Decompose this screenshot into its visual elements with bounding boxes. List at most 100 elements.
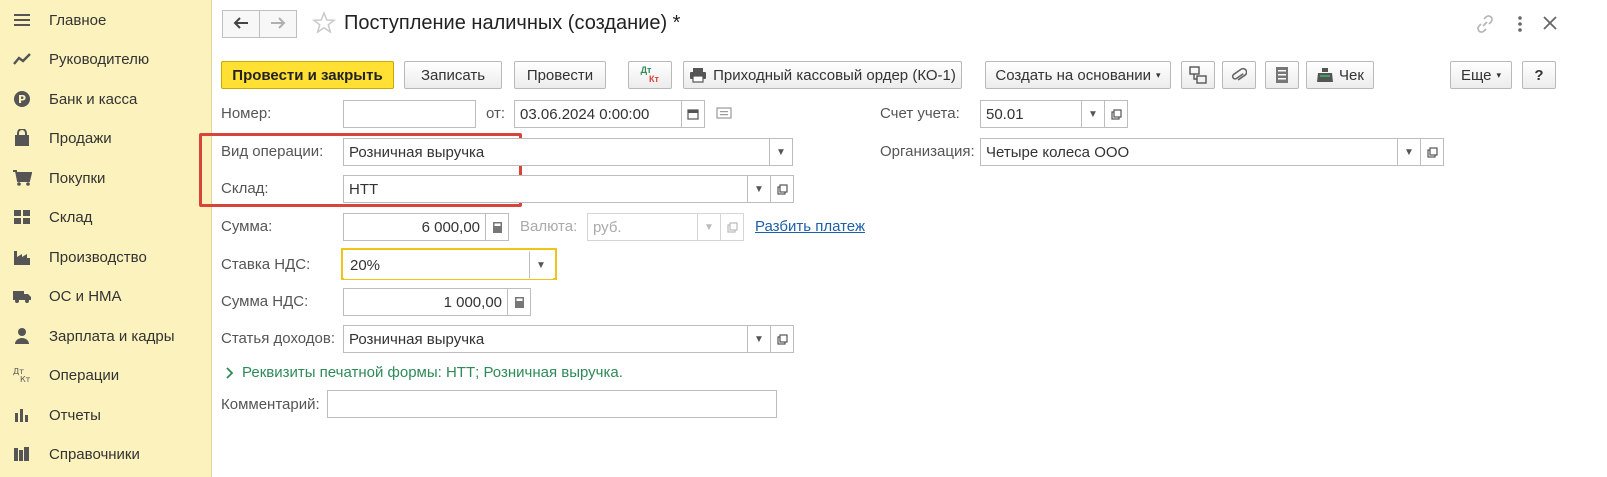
sidebar-item-fixed-assets[interactable]: ОС и НМА — [0, 278, 212, 314]
date-field[interactable]: 03.06.2024 0:00:00 — [514, 100, 682, 128]
close-icon[interactable] — [1542, 15, 1558, 34]
structure-button[interactable] — [1181, 61, 1215, 89]
sidebar-item-label: Главное — [49, 11, 107, 29]
sidebar-item-reports[interactable]: Отчеты — [0, 397, 212, 433]
save-button[interactable]: Записать — [404, 61, 502, 89]
more-actions-button[interactable]: Еще ▾ — [1450, 61, 1512, 89]
caret-down-icon: ▾ — [1156, 69, 1161, 80]
sidebar-item-main[interactable]: Главное — [0, 2, 212, 38]
sidebar-item-label: ОС и НМА — [49, 287, 122, 305]
forward-button[interactable] — [259, 10, 297, 38]
warehouse-field[interactable]: НТТ — [343, 175, 748, 203]
income-item-label: Статья доходов: — [221, 330, 336, 347]
help-button[interactable]: ? — [1522, 61, 1556, 89]
comment-field[interactable] — [327, 390, 777, 418]
sidebar-item-operations[interactable]: Дт Кт Операции — [0, 357, 212, 393]
caret-down-icon: ▼ — [754, 333, 764, 345]
currency-dropdown[interactable]: ▼ — [697, 213, 721, 241]
sidebar-item-bank[interactable]: P Банк и касса — [0, 81, 212, 117]
print-details-label: Реквизиты печатной формы: НТТ; Розничная… — [242, 364, 623, 381]
account-label: Счет учета: — [880, 105, 960, 122]
account-dropdown[interactable]: ▼ — [1081, 100, 1105, 128]
print-details-group[interactable]: Реквизиты печатной формы: НТТ; Розничная… — [226, 364, 623, 381]
account-open-button[interactable] — [1104, 100, 1128, 128]
operation-type-field[interactable]: Розничная выручка — [343, 138, 770, 166]
warehouse-open-button[interactable] — [770, 175, 794, 203]
more-vert-icon[interactable] — [1514, 14, 1526, 37]
arrow-left-icon — [233, 16, 249, 32]
caret-down-icon: ▼ — [704, 221, 714, 233]
sidebar-item-label: Покупки — [49, 169, 106, 187]
currency-label: Валюта: — [520, 218, 578, 235]
link-icon[interactable] — [1475, 14, 1495, 37]
receipt-label: Чек — [1339, 66, 1364, 84]
operation-type-dropdown[interactable]: ▼ — [769, 138, 793, 166]
sidebar-item-production[interactable]: Производство — [0, 239, 212, 275]
warehouse-dropdown[interactable]: ▼ — [747, 175, 771, 203]
sidebar-item-label: Операции — [49, 366, 120, 384]
cart-icon — [12, 168, 32, 188]
print-cash-order-button[interactable]: Приходный кассовый ордер (КО-1) — [683, 61, 962, 89]
svg-text:Кт: Кт — [20, 375, 31, 384]
organization-dropdown[interactable]: ▼ — [1397, 138, 1421, 166]
account-field[interactable]: 50.01 — [980, 100, 1086, 128]
vat-sum-field[interactable]: 1 000,00 — [343, 288, 508, 316]
sidebar-item-manager[interactable]: Руководителю — [0, 41, 212, 77]
dt-kt-button[interactable]: Дт Кт — [628, 61, 672, 89]
report-list-button[interactable] — [1265, 61, 1299, 89]
sidebar-item-salary[interactable]: Зарплата и кадры — [0, 318, 212, 354]
income-item-dropdown[interactable]: ▼ — [747, 325, 771, 353]
sidebar-item-sales[interactable]: Продажи — [0, 120, 212, 156]
truck-icon — [12, 286, 32, 306]
page-title: Поступление наличных (создание) * — [344, 12, 681, 34]
sidebar-item-label: Банк и касса — [49, 90, 138, 108]
vat-rate-dropdown[interactable]: ▼ — [529, 251, 553, 279]
caret-down-icon: ▼ — [754, 183, 764, 195]
income-item-open-button[interactable] — [770, 325, 794, 353]
svg-text:P: P — [18, 93, 26, 106]
sidebar-item-warehouse[interactable]: Склад — [0, 199, 212, 235]
organization-open-button[interactable] — [1420, 138, 1444, 166]
warehouse-grid-icon — [12, 207, 32, 227]
sidebar-item-label: Руководителю — [49, 50, 150, 68]
sidebar-item-catalogs[interactable]: Справочники — [0, 436, 212, 472]
date-time-icon[interactable] — [716, 106, 732, 123]
attach-file-button[interactable] — [1222, 61, 1256, 89]
post-button[interactable]: Провести — [514, 61, 606, 89]
create-based-on-button[interactable]: Создать на основании ▾ — [985, 61, 1171, 89]
paperclip-icon — [1231, 66, 1247, 84]
back-button[interactable] — [222, 10, 260, 38]
sidebar-item-label: Продажи — [49, 129, 112, 147]
income-item-field[interactable]: Розничная выручка — [343, 325, 748, 353]
caret-down-icon: ▼ — [776, 146, 786, 158]
document-structure-icon — [1189, 66, 1207, 84]
currency-field[interactable]: руб. — [587, 213, 698, 241]
sum-calculator-button[interactable] — [485, 213, 509, 241]
sidebar-item-label: Склад — [49, 208, 93, 226]
factory-icon — [12, 247, 32, 267]
caret-down-icon: ▾ — [1496, 69, 1502, 80]
split-payment-link[interactable]: Разбить платеж — [755, 218, 865, 235]
menu-lines-icon — [12, 10, 32, 30]
post-and-close-button[interactable]: Провести и закрыть — [221, 61, 394, 89]
sum-field[interactable]: 6 000,00 — [343, 213, 486, 241]
document-form: Поступление наличных (создание) * Провес… — [199, 0, 1607, 477]
vat-rate-field[interactable]: 20% — [344, 251, 530, 279]
list-document-icon — [1275, 66, 1289, 84]
calendar-button[interactable] — [681, 100, 705, 128]
sidebar-item-purchases[interactable]: Покупки — [0, 160, 212, 196]
more-actions-label: Еще — [1460, 66, 1492, 84]
cash-register-icon — [1316, 67, 1334, 83]
ruble-coin-icon: P — [12, 89, 32, 109]
calculator-icon — [492, 221, 503, 234]
currency-open-button[interactable] — [720, 213, 744, 241]
vat-sum-calculator-button[interactable] — [507, 288, 531, 316]
open-window-icon — [776, 183, 788, 195]
sidebar-item-label: Производство — [49, 248, 147, 266]
favorite-star-icon[interactable] — [311, 10, 337, 38]
number-field[interactable] — [343, 100, 476, 128]
organization-field[interactable]: Четыре колеса ООО — [980, 138, 1398, 166]
receipt-button[interactable]: Чек — [1306, 61, 1374, 89]
print-cash-order-label: Приходный кассовый ордер (КО-1) — [713, 66, 956, 84]
trend-chart-icon — [12, 49, 32, 69]
